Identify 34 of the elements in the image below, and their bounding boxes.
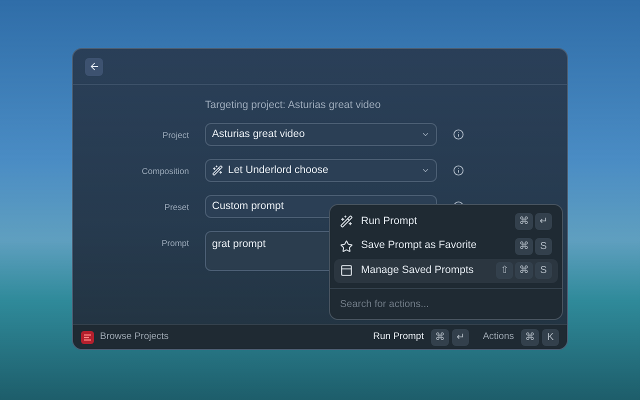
chevron-icon xyxy=(421,166,430,175)
back-arrow-icon xyxy=(88,61,100,72)
key-hint: K xyxy=(542,328,559,346)
menu-item[interactable]: Manage Saved Prompts ⇧ ⌘ S xyxy=(334,258,558,284)
select-field[interactable]: Asturias great video xyxy=(205,123,437,146)
key-hint: ↵ xyxy=(452,328,469,346)
footer-action-button[interactable]: Run Prompt xyxy=(373,330,424,344)
key-hint: ⌘ xyxy=(430,328,449,346)
chevron-icon xyxy=(421,130,430,139)
star-icon xyxy=(340,240,353,253)
key-hint: ⌘ xyxy=(515,238,533,255)
field-label: Prompt xyxy=(160,237,189,250)
field-label: Composition xyxy=(140,165,189,178)
key-hint: S xyxy=(535,238,552,255)
magic-wand-icon xyxy=(212,165,223,176)
key-hint: ⌘ xyxy=(521,328,539,346)
key-hint: ⌘ xyxy=(515,262,533,280)
info-icon[interactable] xyxy=(453,165,464,176)
key-hint: ⌘ xyxy=(515,212,533,230)
key-hint: ⇧ xyxy=(496,262,513,280)
list-icon xyxy=(340,264,353,278)
field-label: Preset xyxy=(163,201,189,214)
info-icon[interactable] xyxy=(453,129,464,140)
magic-wand-icon xyxy=(340,214,353,228)
app-logo-icon xyxy=(81,330,94,344)
key-hint: S xyxy=(535,262,552,280)
back-button[interactable] xyxy=(85,58,103,76)
footer-action-button[interactable]: Actions xyxy=(482,330,514,344)
key-hint: ↵ xyxy=(535,212,552,230)
browse-projects-link[interactable]: Browse Projects xyxy=(100,330,169,344)
select-field[interactable]: Let Underlord choose xyxy=(205,159,437,182)
field-label: Project xyxy=(162,129,189,142)
search-actions-field[interactable]: Search for actions... xyxy=(334,293,558,316)
targeting-text: Targeting project: Asturias great video xyxy=(205,99,381,111)
